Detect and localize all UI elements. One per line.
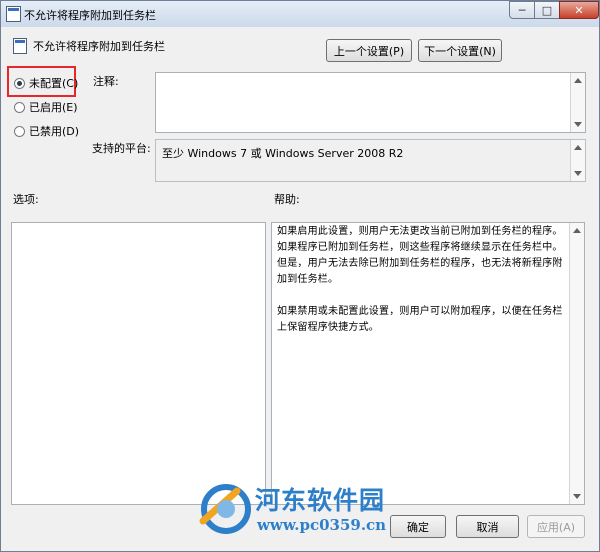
platform-value: 至少 Windows 7 或 Windows Server 2008 R2 (162, 147, 404, 160)
platform-label: 支持的平台: (92, 142, 151, 155)
next-setting-button[interactable]: 下一个设置(N) (418, 39, 502, 62)
scroll-down-arrow-icon[interactable] (574, 171, 582, 176)
radio-label: 已禁用(D) (29, 125, 80, 138)
radio-label: 未配置(C) (29, 77, 79, 90)
scroll-up-arrow-icon[interactable] (574, 145, 582, 150)
maximize-button[interactable]: □ (534, 1, 560, 19)
radio-circle[interactable] (14, 101, 25, 113)
platform-field: 至少 Windows 7 或 Windows Server 2008 R2 (155, 139, 586, 182)
radio-label: 已启用(E) (29, 101, 78, 114)
help-paragraph: 如果启用此设置，则用户无法更改当前已附加到任务栏的程序。如果程序已附加到任务栏，… (277, 226, 563, 285)
scroll-up-arrow-icon[interactable] (574, 78, 582, 83)
radio-circle[interactable] (14, 125, 25, 137)
options-label: 选项: (13, 193, 39, 206)
watermark-url: www.pc0359.cn (257, 516, 387, 534)
comment-scrollbar[interactable] (570, 73, 585, 132)
previous-setting-button[interactable]: 上一个设置(P) (326, 39, 412, 62)
title-bar[interactable]: 不允许将程序附加到任务栏 ─ □ ✕ (1, 1, 599, 27)
help-text: 如果启用此设置，则用户无法更改当前已附加到任务栏的程序。如果程序已附加到任务栏，… (277, 224, 570, 352)
help-panel: 如果启用此设置，则用户无法更改当前已附加到任务栏的程序。如果程序已附加到任务栏，… (271, 222, 585, 505)
scroll-down-arrow-icon[interactable] (573, 494, 581, 499)
watermark: 河东软件园 www.pc0359.cn (197, 477, 407, 543)
platform-scrollbar[interactable] (570, 140, 585, 181)
help-scrollbar[interactable] (569, 223, 584, 504)
watermark-logo-icon (199, 484, 251, 534)
policy-icon (6, 6, 21, 22)
options-panel (11, 222, 266, 505)
close-button[interactable]: ✕ (559, 1, 599, 19)
radio-enabled[interactable]: 已启用(E) (14, 99, 78, 115)
setting-title: 不允许将程序附加到任务栏 (33, 40, 165, 53)
watermark-name: 河东软件园 (255, 486, 386, 515)
setting-icon (13, 38, 27, 54)
policy-dialog: 不允许将程序附加到任务栏 ─ □ ✕ 不允许将程序附加到任务栏 上一个设置(P)… (0, 0, 600, 552)
comment-textarea[interactable] (155, 72, 586, 133)
apply-button[interactable]: 应用(A) (527, 515, 585, 538)
help-paragraph: 如果禁用或未配置此设置，则用户可以附加程序，以便在任务栏上保留程序快捷方式。 (277, 306, 563, 333)
minimize-button[interactable]: ─ (509, 1, 535, 19)
scroll-up-arrow-icon[interactable] (573, 228, 581, 233)
help-label: 帮助: (274, 193, 300, 206)
cancel-button[interactable]: 取消 (456, 515, 519, 538)
comment-label: 注释: (93, 75, 119, 88)
window-title: 不允许将程序附加到任务栏 (24, 9, 156, 22)
radio-circle[interactable] (14, 77, 25, 89)
scroll-down-arrow-icon[interactable] (574, 122, 582, 127)
radio-not-configured[interactable]: 未配置(C) (14, 75, 78, 91)
radio-disabled[interactable]: 已禁用(D) (14, 123, 79, 139)
